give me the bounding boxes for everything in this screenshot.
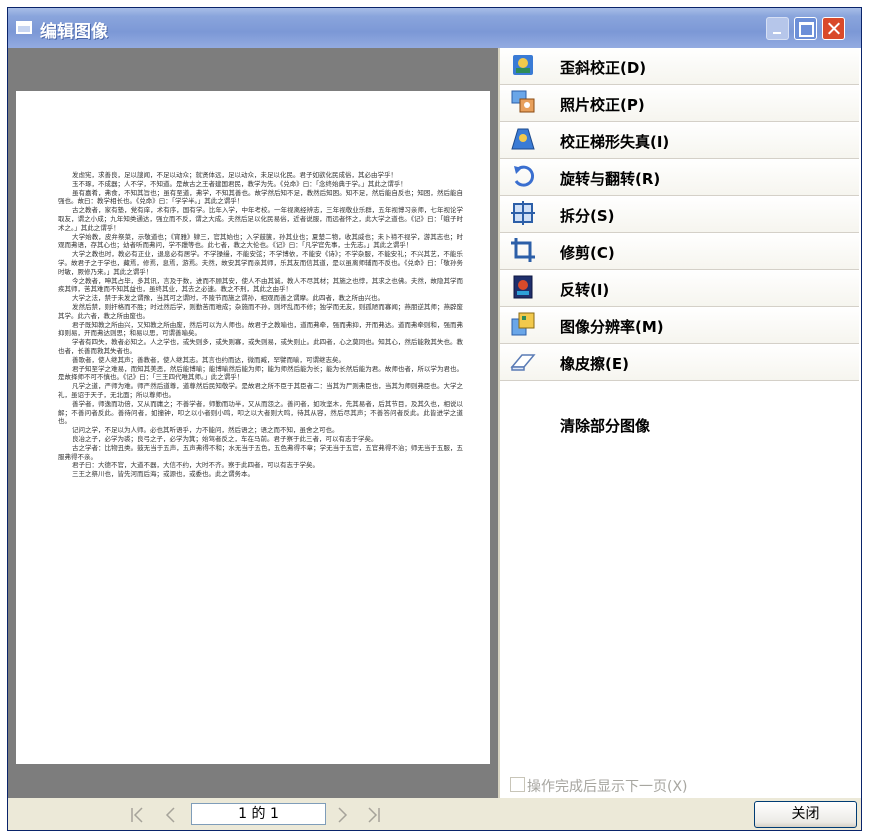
menu-item-label: 橡皮擦(E) — [560, 355, 629, 373]
next-page-checkbox-label: 操作完成后显示下一页(X) — [527, 779, 688, 795]
text-paragraph: 大学之教也时，教必有正业，退息必有居学。不学操缦，不能安弦；不学博依，不能安《诗… — [58, 250, 463, 276]
text-paragraph: 发然后禁，则扞格而不胜；时过然后学，则勤苦而难成；杂施而不孙，则坏乱而不修；独学… — [58, 302, 463, 320]
text-paragraph: 良冶之子，必学为裘；良弓之子，必学为箕；始驾者反之，车在马前。君子察于此三者，可… — [72, 434, 378, 443]
next-page-button[interactable] — [333, 805, 353, 825]
text-paragraph: 今之教者，呻其占毕，多其讯，言及于数，进而不顾其安，使人不由其诚，教人不尽其材；… — [58, 276, 463, 294]
window-icon — [16, 21, 32, 34]
text-paragraph: 君子既知教之所由兴，又知教之所由废，然后可以为人师也。故君子之教喻也，道而弗牵，… — [58, 320, 463, 338]
close-button[interactable]: 关闭 — [754, 801, 857, 828]
split-icon — [511, 201, 535, 225]
menu-item-photo-correct[interactable]: 照片校正(P) — [500, 85, 859, 122]
next-page-checkbox[interactable] — [510, 777, 525, 792]
next-page-icon — [338, 807, 348, 823]
menu-item-invert[interactable]: 反转(I) — [500, 270, 859, 307]
crop-icon — [511, 238, 535, 262]
menu-item-label: 照片校正(P) — [560, 96, 645, 114]
text-paragraph: 学者有四失，教者必知之。人之学也，或失则多，或失则寡，或失则易，或失则止。此四者… — [58, 338, 463, 355]
invert-icon — [513, 275, 533, 299]
menu-item-label: 图像分辨率(M) — [560, 318, 664, 336]
bottom-bar: 1 的 1 关闭 — [8, 798, 861, 830]
text-paragraph: 发虑宪，求善良，足以謏闻，不足以动众；就贤体远，足以动众，未足以化民。君子如欲化… — [72, 171, 397, 179]
last-page-button[interactable] — [364, 805, 384, 825]
text-paragraph: 三王之祭川也，皆先河而后海；或源也，或委也。此之谓务本。 — [72, 470, 254, 479]
text-paragraph: 善歌者，使人继其声；善教者，使人继其志。其言也约而达，微而臧，罕譬而喻，可谓继志… — [72, 355, 345, 364]
previous-page-icon — [165, 807, 175, 823]
rotate-icon — [514, 165, 534, 187]
last-page-icon — [368, 807, 380, 823]
maximize-button[interactable] — [794, 17, 817, 40]
document-page[interactable]: 发虑宪，求善良，足以謏闻，不足以动众；就贤体远，足以动众，未足以化民。君子如欲化… — [16, 91, 490, 764]
menu-item-label: 校正梯形失真(I) — [560, 133, 670, 151]
menu-item-label: 歪斜校正(D) — [560, 59, 647, 77]
previous-page-button[interactable] — [160, 805, 180, 825]
close-window-button[interactable] — [822, 17, 845, 40]
text-paragraph: 君子曰：大德不官，大道不器，大信不约，大时不齐。察于此四者，可以有志于学矣。 — [72, 461, 319, 470]
menu-item-rotate[interactable]: 旋转与翻转(R) — [500, 159, 859, 196]
menu-item-split[interactable]: 拆分(S) — [500, 196, 859, 233]
menu-item-label: 拆分(S) — [560, 207, 615, 225]
image-preview-area: 发虑宪，求善良，足以謏闻，不足以动众；就贤体远，足以动众，未足以化民。君子如欲化… — [8, 48, 498, 798]
edit-image-window: 编辑图像 发虑宪，求善良，足以謏闻，不足以动众；就贤体远，足以动众，未足以化民。… — [7, 7, 862, 831]
menu-item-deskew[interactable]: 歪斜校正(D) — [500, 48, 859, 85]
keystone-icon — [511, 128, 535, 150]
text-paragraph: 记问之学，不足以为人师。必也其听语乎，力不能问，然后语之；语之而不知，虽舍之可也… — [72, 426, 339, 435]
text-paragraph: 善学者，师逸而功倍，又从而庸之；不善学者，师勤而功半，又从而怨之。善问者，如攻坚… — [58, 399, 463, 426]
text-paragraph: 古之学者：比物丑类。鼓无当于五声，五声弗得不和；水无当于五色，五色弗得不章；学无… — [58, 443, 463, 461]
eraser-icon — [510, 354, 536, 371]
edit-tools-panel: 歪斜校正(D) 照片校正(P) 校正梯形失真(I) 旋转与翻转(R) 拆分(S)… — [498, 48, 861, 798]
first-page-button[interactable] — [127, 805, 147, 825]
resolution-icon — [511, 312, 535, 336]
text-paragraph: 大学始教，皮弁祭菜，示敬道也；《宵雅》肄三，官其始也；入学鼓箧，孙其业也；夏楚二… — [58, 232, 463, 250]
menu-item-resolution[interactable]: 图像分辨率(M) — [500, 307, 859, 344]
minimize-button[interactable] — [766, 17, 789, 40]
title-bar[interactable]: 编辑图像 — [8, 8, 861, 48]
window-title: 编辑图像 — [40, 22, 108, 42]
text-paragraph: 虽有嘉肴，弗食，不知其旨也；虽有至道，弗学，不知其善也。故学然后知不足，教然后知… — [58, 188, 463, 206]
page-indicator[interactable]: 1 的 1 — [191, 803, 326, 825]
document-text: 发虑宪，求善良，足以謏闻，不足以动众；就贤体远，足以动众，未足以化民。君子如欲化… — [58, 171, 463, 479]
text-paragraph: 古之教者，家有塾，党有庠，术有序，国有学。比年入学，中年考校。一年视离经辨志，三… — [58, 206, 463, 232]
text-paragraph: 大学之法，禁于未发之谓豫，当其可之谓时，不陵节而施之谓孙，相观而善之谓摩。此四者… — [72, 294, 384, 303]
text-paragraph: 玉不琢，不成器；人不学，不知道。是故古之王者建国君民，教学为先。《兑命》曰：「念… — [72, 179, 407, 188]
menu-item-eraser[interactable]: 橡皮擦(E) — [500, 344, 859, 381]
photo-correct-icon — [511, 90, 535, 113]
menu-item-label: 旋转与翻转(R) — [560, 170, 661, 188]
menu-item-label: 修剪(C) — [560, 244, 615, 262]
menu-item-clear-partial[interactable]: 清除部分图像 — [560, 415, 650, 436]
deskew-icon — [513, 55, 533, 75]
menu-item-crop[interactable]: 修剪(C) — [500, 233, 859, 270]
text-paragraph: 凡学之道，严师为难。师严然后道尊，道尊然后民知敬学。是故君之所不臣于其臣者二：当… — [58, 382, 463, 399]
first-page-icon — [131, 807, 143, 823]
menu-item-label: 反转(I) — [560, 281, 610, 299]
text-paragraph: 君子知至学之难易，而知其美恶，然后能博喻；能博喻然后能为师；能为师然后能为长；能… — [58, 364, 463, 382]
menu-item-keystone[interactable]: 校正梯形失真(I) — [500, 122, 859, 159]
